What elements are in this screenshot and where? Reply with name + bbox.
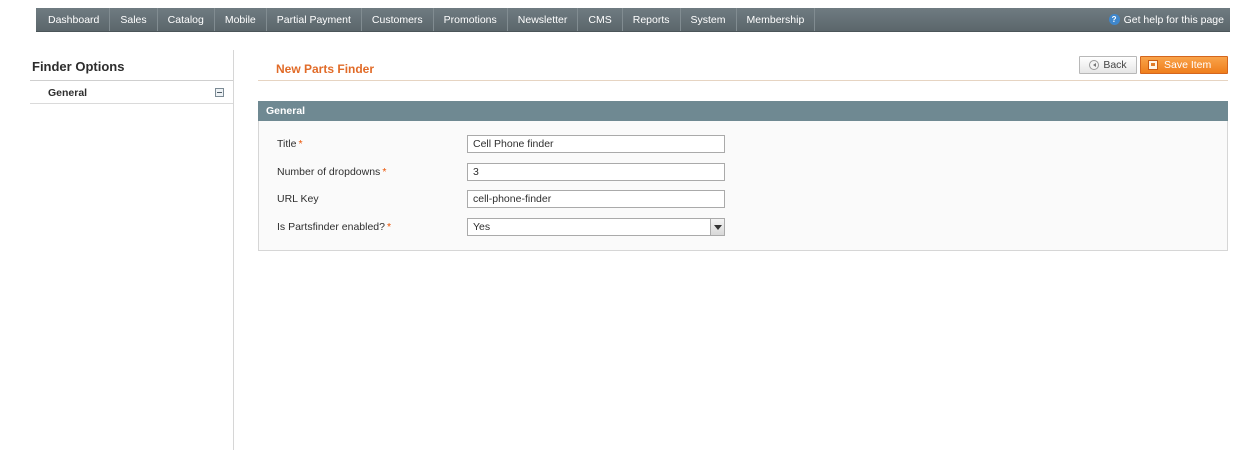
number-of-dropdowns-input[interactable]	[467, 163, 725, 181]
nav-menu: Dashboard Sales Catalog Mobile Partial P…	[36, 8, 1109, 31]
required-marker: *	[298, 138, 303, 150]
fieldset-body: Title* Number of dropdowns* URL Key Is P…	[258, 121, 1228, 251]
back-button-label: Back	[1103, 59, 1127, 71]
form-row-title: Title *	[277, 134, 725, 154]
back-arrow-icon	[1089, 60, 1100, 70]
field-label: Is Partsfinder enabled? *	[277, 221, 467, 233]
nav-item-reports[interactable]: Reports	[623, 8, 681, 31]
field-label-text: Title	[277, 138, 297, 150]
save-icon	[1148, 60, 1158, 70]
sidebar-divider	[30, 80, 233, 81]
title-divider	[258, 80, 1228, 81]
save-item-button[interactable]: Save Item	[1140, 56, 1228, 74]
back-button[interactable]: Back	[1079, 56, 1137, 74]
top-navigation: Dashboard Sales Catalog Mobile Partial P…	[36, 8, 1230, 32]
field-label-text: Number of dropdowns	[277, 166, 381, 178]
collapse-icon[interactable]	[215, 88, 224, 97]
partsfinder-enabled-select[interactable]: Yes	[467, 218, 725, 236]
select-value: Yes	[473, 221, 491, 233]
nav-item-membership[interactable]: Membership	[737, 8, 816, 31]
nav-item-cms[interactable]: CMS	[578, 8, 623, 31]
form-row-enabled: Is Partsfinder enabled? * Yes	[277, 217, 725, 237]
field-label: Title *	[277, 138, 467, 150]
title-input[interactable]	[467, 135, 725, 153]
nav-item-newsletter[interactable]: Newsletter	[508, 8, 579, 31]
form-row-url-key: URL Key	[277, 189, 725, 209]
sidebar-item-general[interactable]: General	[30, 82, 233, 104]
page-title: New Parts Finder	[276, 62, 375, 76]
nav-item-catalog[interactable]: Catalog	[158, 8, 215, 31]
nav-item-promotions[interactable]: Promotions	[434, 8, 508, 31]
nav-item-mobile[interactable]: Mobile	[215, 8, 267, 31]
nav-item-customers[interactable]: Customers	[362, 8, 434, 31]
nav-item-sales[interactable]: Sales	[110, 8, 158, 31]
nav-item-dashboard[interactable]: Dashboard	[36, 8, 111, 31]
chevron-down-icon	[710, 219, 724, 235]
field-label: URL Key	[277, 193, 467, 205]
form-row-dropdowns: Number of dropdowns *	[277, 162, 725, 182]
required-marker: *	[382, 166, 387, 178]
url-key-input[interactable]	[467, 190, 725, 208]
field-label-text: URL Key	[277, 193, 319, 205]
nav-item-system[interactable]: System	[681, 8, 737, 31]
save-button-label: Save Item	[1164, 59, 1212, 71]
sidebar: Finder Options General	[30, 50, 234, 450]
nav-item-partial-payment[interactable]: Partial Payment	[267, 8, 362, 31]
fieldset-header: General	[258, 101, 1228, 121]
required-marker: *	[386, 221, 392, 233]
help-link-label: Get help for this page	[1123, 13, 1224, 26]
field-label-text: Is Partsfinder enabled?	[277, 221, 385, 233]
field-label: Number of dropdowns *	[277, 166, 467, 178]
help-icon: ?	[1108, 14, 1120, 25]
sidebar-item-label: General	[48, 87, 88, 99]
help-link[interactable]: ? Get help for this page	[1108, 8, 1230, 31]
sidebar-title: Finder Options	[32, 59, 125, 74]
